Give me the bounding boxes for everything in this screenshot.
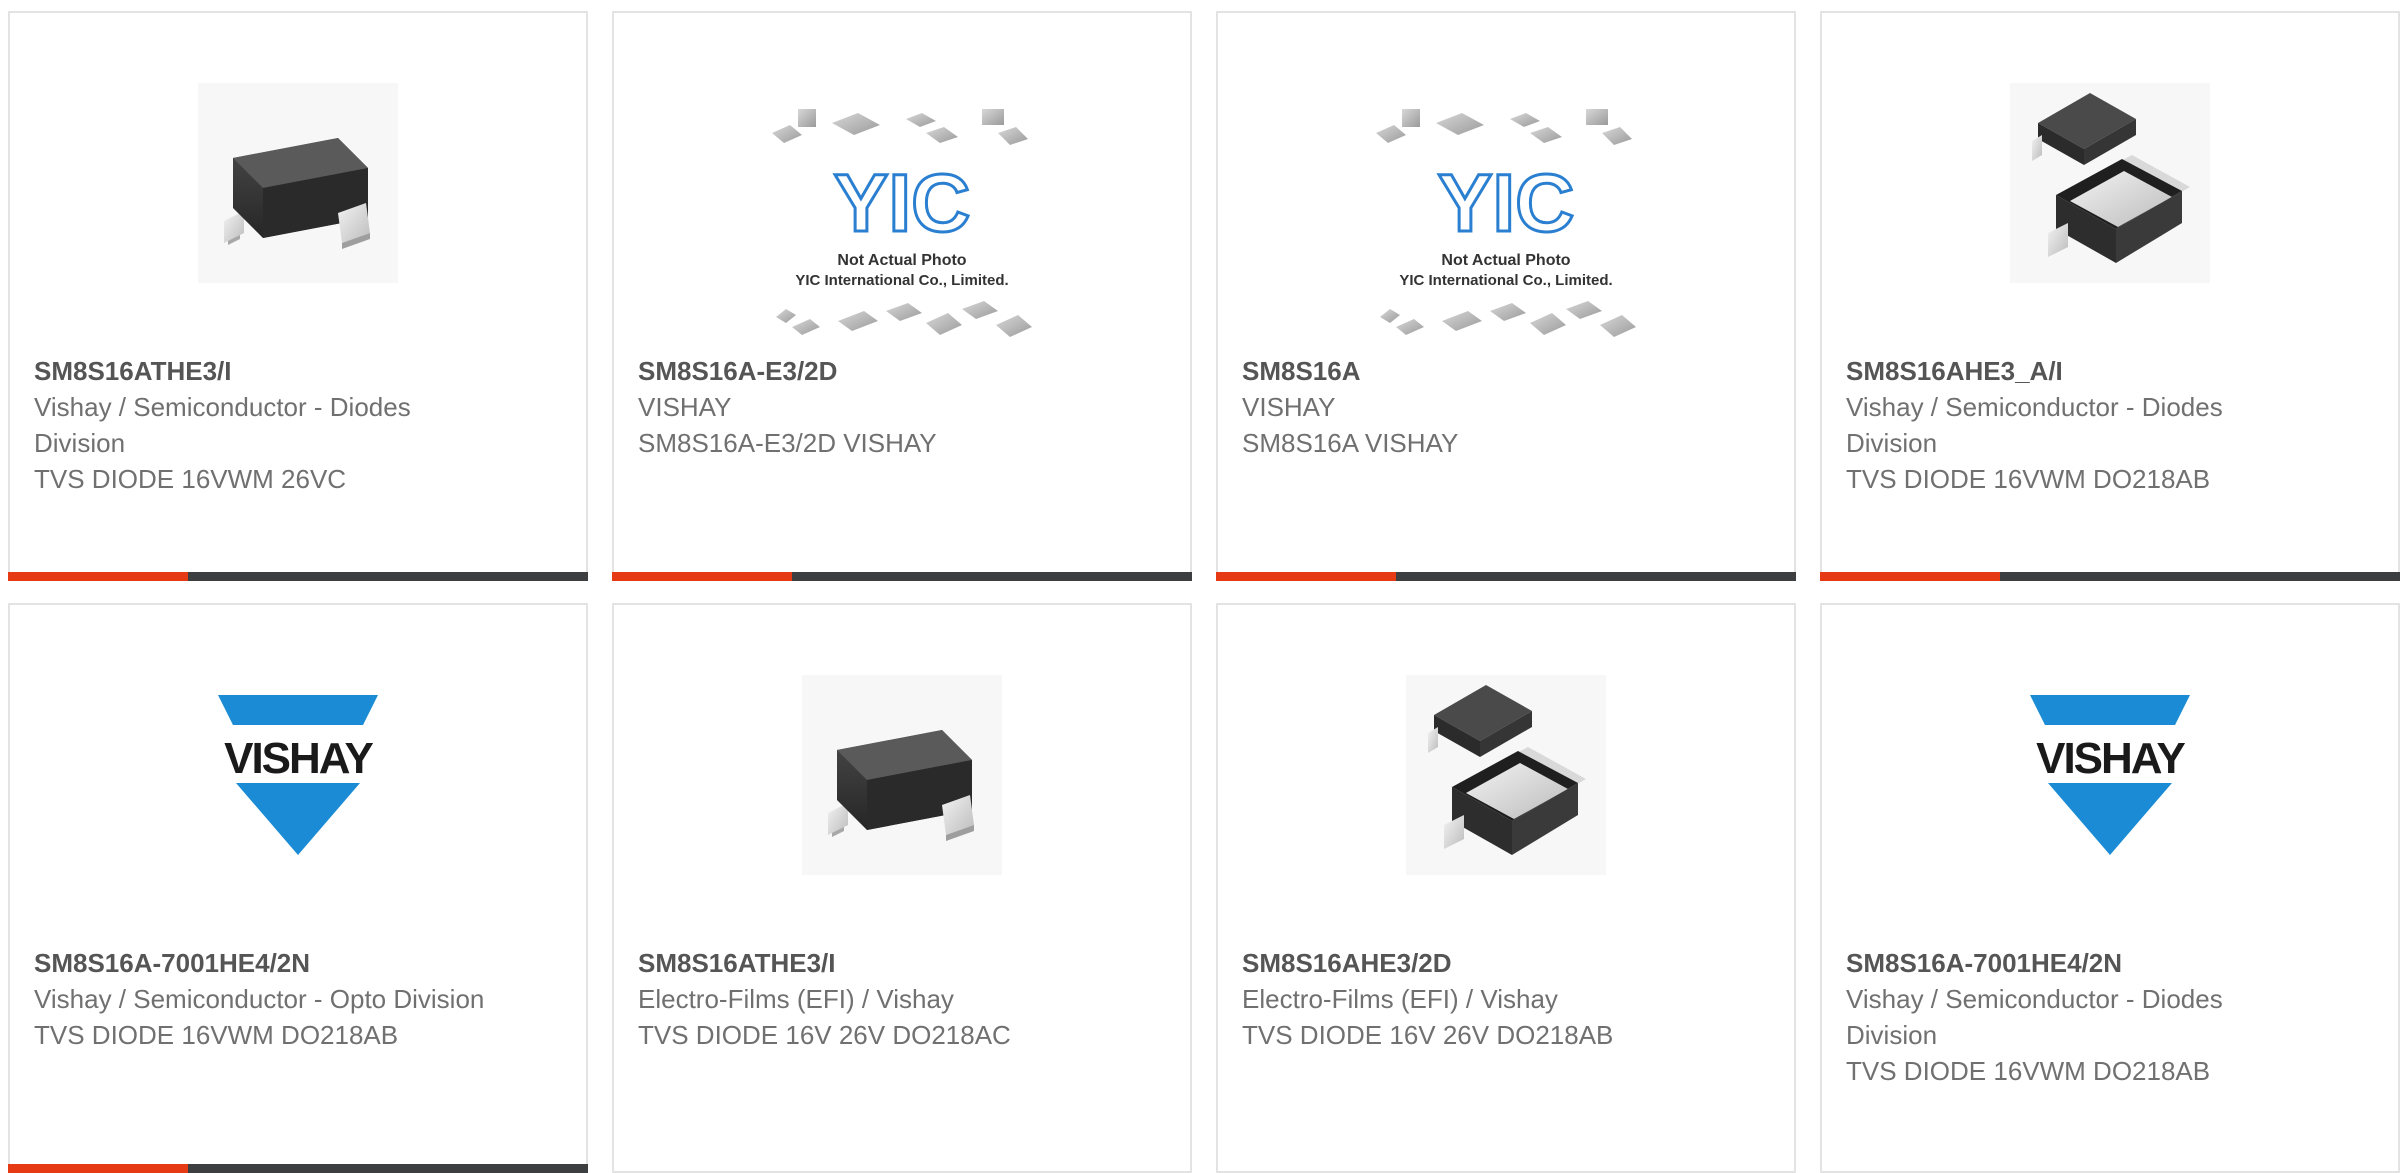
product-info: SM8S16AHE3/2D Electro-Films (EFI) / Vish…	[1242, 945, 1712, 1053]
product-description: SM8S16A-E3/2D VISHAY	[638, 428, 937, 458]
product-card[interactable]: SM8S16ATHE3/I Vishay / Semiconductor - D…	[8, 11, 588, 581]
manufacturer-name: Vishay / Semiconductor - Opto Division	[34, 984, 485, 1014]
card-accent-bar	[1216, 572, 1396, 581]
product-grid: SM8S16ATHE3/I Vishay / Semiconductor - D…	[8, 11, 2400, 1173]
part-number-link[interactable]: SM8S16A-E3/2D	[638, 353, 1108, 389]
card-accent-bar	[8, 1164, 188, 1173]
smd-diode-package-image	[198, 83, 398, 283]
manufacturer-name: Electro-Films (EFI) / Vishay	[1242, 984, 1558, 1014]
part-number-link[interactable]: SM8S16ATHE3/I	[638, 945, 1108, 981]
manufacturer-name: Vishay / Semiconductor - Diodes Division	[1846, 984, 2223, 1050]
do218-package-image	[2010, 83, 2210, 283]
product-info: SM8S16A-7001HE4/2N Vishay / Semiconducto…	[1846, 945, 2316, 1089]
smd-diode-package-image	[802, 675, 1002, 875]
manufacturer-name: Vishay / Semiconductor - Diodes Division	[1846, 392, 2223, 458]
product-info: SM8S16AHE3_A/I Vishay / Semiconductor - …	[1846, 353, 2316, 497]
manufacturer-name: VISHAY	[638, 392, 732, 422]
yic-logo-text: YIC	[1438, 158, 1575, 249]
vishay-logo-image: VISHAY	[2010, 675, 2210, 875]
product-description: TVS DIODE 16V 26V DO218AC	[638, 1020, 1011, 1050]
product-info: SM8S16A-E3/2D VISHAY SM8S16A-E3/2D VISHA…	[638, 353, 1108, 461]
product-info: SM8S16A VISHAY SM8S16A VISHAY	[1242, 353, 1712, 461]
manufacturer-name: VISHAY	[1242, 392, 1336, 422]
yic-company-text: YIC International Co., Limited.	[1399, 272, 1612, 289]
card-bottom-bar	[1216, 572, 1796, 581]
yic-not-actual-photo-image: YIC Not Actual Photo YIC International C…	[762, 103, 1042, 353]
card-bottom-bar	[8, 572, 588, 581]
not-actual-photo-text: Not Actual Photo	[837, 252, 966, 269]
part-number-link[interactable]: SM8S16A	[1242, 353, 1712, 389]
product-card[interactable]: YIC Not Actual Photo YIC International C…	[1216, 11, 1796, 581]
part-number-link[interactable]: SM8S16A-7001HE4/2N	[34, 945, 504, 981]
product-card[interactable]: YIC Not Actual Photo YIC International C…	[612, 11, 1192, 581]
product-info: SM8S16ATHE3/I Electro-Films (EFI) / Vish…	[638, 945, 1108, 1053]
product-description: TVS DIODE 16VWM DO218AB	[1846, 1056, 2211, 1086]
product-description: TVS DIODE 16VWM DO218AB	[1846, 464, 2211, 494]
card-bottom-bar	[612, 572, 1192, 581]
card-bottom-bar	[1820, 572, 2400, 581]
part-number-link[interactable]: SM8S16AHE3/2D	[1242, 945, 1712, 981]
product-info: SM8S16A-7001HE4/2N Vishay / Semiconducto…	[34, 945, 504, 1053]
card-bottom-bar	[8, 1164, 588, 1173]
product-description: TVS DIODE 16VWM DO218AB	[34, 1020, 399, 1050]
product-card[interactable]: SM8S16AHE3_A/I Vishay / Semiconductor - …	[1820, 11, 2400, 581]
part-number-link[interactable]: SM8S16A-7001HE4/2N	[1846, 945, 2316, 981]
card-accent-bar	[8, 572, 188, 581]
product-info: SM8S16ATHE3/I Vishay / Semiconductor - D…	[34, 353, 504, 497]
product-description: SM8S16A VISHAY	[1242, 428, 1459, 458]
card-accent-bar	[612, 572, 792, 581]
product-description: TVS DIODE 16V 26V DO218AB	[1242, 1020, 1614, 1050]
product-card[interactable]: VISHAY SM8S16A-7001HE4/2N Vishay / Semic…	[1820, 603, 2400, 1173]
product-card[interactable]: SM8S16ATHE3/I Electro-Films (EFI) / Vish…	[612, 603, 1192, 1173]
do218-package-image	[1406, 675, 1606, 875]
product-card[interactable]: VISHAY SM8S16A-7001HE4/2N Vishay / Semic…	[8, 603, 588, 1173]
card-accent-bar	[1820, 572, 2000, 581]
manufacturer-name: Vishay / Semiconductor - Diodes Division	[34, 392, 411, 458]
vishay-logo-text: VISHAY	[224, 734, 373, 783]
manufacturer-name: Electro-Films (EFI) / Vishay	[638, 984, 954, 1014]
yic-company-text: YIC International Co., Limited.	[795, 272, 1008, 289]
yic-not-actual-photo-image: YIC Not Actual Photo YIC International C…	[1366, 103, 1646, 353]
yic-logo-text: YIC	[834, 158, 971, 249]
part-number-link[interactable]: SM8S16AHE3_A/I	[1846, 353, 2316, 389]
product-description: TVS DIODE 16VWM 26VC	[34, 464, 347, 494]
vishay-logo-image: VISHAY	[198, 675, 398, 875]
product-card[interactable]: SM8S16AHE3/2D Electro-Films (EFI) / Vish…	[1216, 603, 1796, 1173]
not-actual-photo-text: Not Actual Photo	[1441, 252, 1570, 269]
vishay-logo-text: VISHAY	[2036, 734, 2185, 783]
part-number-link[interactable]: SM8S16ATHE3/I	[34, 353, 504, 389]
